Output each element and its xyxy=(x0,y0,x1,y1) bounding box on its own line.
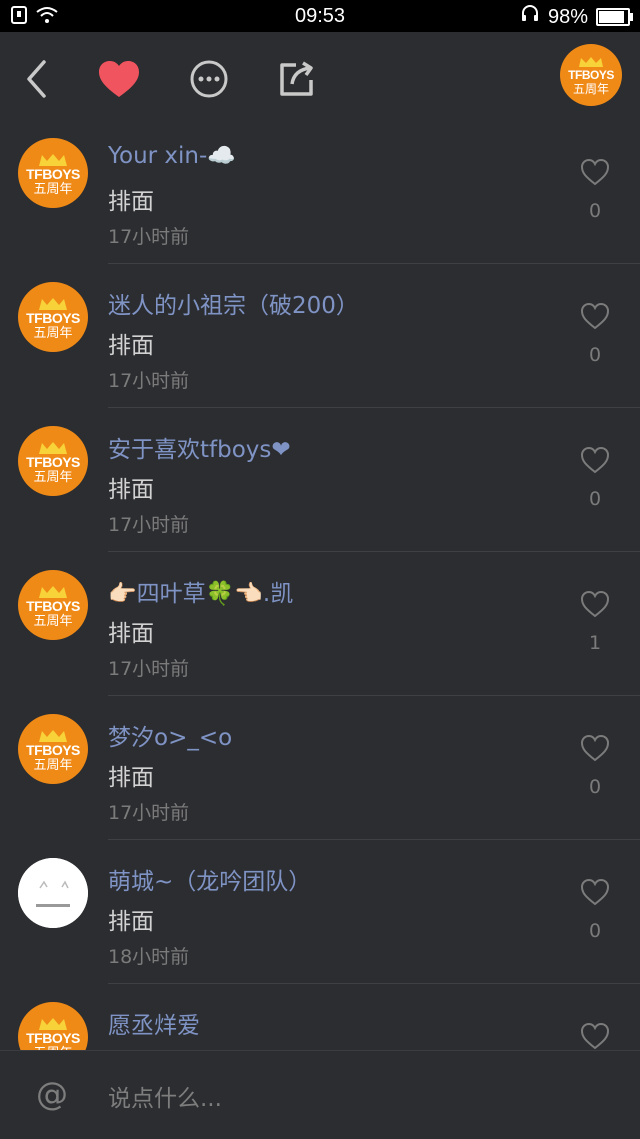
commenter-avatar[interactable]: TFBOYS 五周年 xyxy=(18,138,88,208)
commenter-name[interactable]: 萌城~（龙吟团队） xyxy=(108,862,311,896)
heart-outline-icon xyxy=(580,590,610,618)
commenter-avatar[interactable]: TFBOYS 五周年 xyxy=(18,714,88,784)
comment-item[interactable]: TFBOYS 五周年 Your xin-☁️ 排面 17小时前 0 xyxy=(0,120,640,264)
commenter-avatar[interactable]: TFBOYS 五周年 xyxy=(18,282,88,352)
like-count: 0 xyxy=(588,488,602,510)
like-count: 0 xyxy=(588,200,602,222)
crown-icon xyxy=(579,56,603,67)
like-count: 1 xyxy=(588,632,602,654)
favorite-button[interactable] xyxy=(94,54,144,104)
back-icon xyxy=(27,60,46,98)
crown-icon xyxy=(39,441,67,454)
commenter-avatar[interactable]: TFBOYS 五周年 xyxy=(18,426,88,496)
comment-text: 排面 xyxy=(108,765,154,791)
like-button[interactable]: 0 xyxy=(578,302,612,366)
comment-text: 排面 xyxy=(108,477,154,503)
comment-item[interactable]: TFBOYS 五周年 愿丞烊爱 xyxy=(0,984,640,1050)
heart-outline-icon xyxy=(580,734,610,762)
commenter-name[interactable]: 迷人的小祖宗（破200） xyxy=(108,286,359,320)
comment-item[interactable]: TFBOYS 五周年 梦汐o>_<o 排面 17小时前 0 xyxy=(0,696,640,840)
like-count: 0 xyxy=(588,776,602,798)
comment-item[interactable]: 萌城~（龙吟团队） 排面 18小时前 0 xyxy=(0,840,640,984)
crown-icon xyxy=(39,1017,67,1030)
comment-time: 18小时前 xyxy=(108,946,190,968)
commenter-avatar[interactable]: TFBOYS 五周年 xyxy=(18,570,88,640)
commenter-name[interactable]: 安于喜欢tfboys❤ xyxy=(108,430,291,464)
comment-time: 17小时前 xyxy=(108,658,190,680)
commenter-avatar[interactable]: TFBOYS 五周年 xyxy=(18,1002,88,1050)
like-button[interactable]: 1 xyxy=(578,590,612,654)
status-bar: 09:53 98% xyxy=(0,0,640,32)
comment-item[interactable]: TFBOYS 五周年 安于喜欢tfboys❤ 排面 17小时前 0 xyxy=(0,408,640,552)
share-button[interactable] xyxy=(272,54,322,104)
like-count: 0 xyxy=(588,344,602,366)
crown-icon xyxy=(39,297,67,310)
heart-outline-icon xyxy=(580,158,610,186)
mention-button[interactable]: @ xyxy=(36,1075,68,1113)
crown-icon xyxy=(39,153,67,166)
avatar xyxy=(18,858,88,928)
comment-text: 排面 xyxy=(108,333,154,359)
user-avatar-button[interactable]: TFBOYS 五周年 xyxy=(560,44,622,106)
more-button[interactable] xyxy=(184,54,234,104)
comment-text: 排面 xyxy=(108,909,154,935)
like-button[interactable]: 0 xyxy=(578,878,612,942)
like-button[interactable]: 0 xyxy=(578,446,612,510)
battery-percent: 98% xyxy=(547,5,588,28)
commenter-name[interactable]: Your xin-☁️ xyxy=(108,142,236,169)
commenter-name[interactable]: 愿丞烊爱 xyxy=(108,1006,200,1040)
like-button[interactable]: 0 xyxy=(578,158,612,222)
heart-icon xyxy=(99,61,139,97)
heart-outline-icon xyxy=(580,302,610,330)
heart-outline-icon xyxy=(580,446,610,474)
top-toolbar: TFBOYS 五周年 xyxy=(0,32,640,120)
crown-icon xyxy=(39,585,67,598)
commenter-name[interactable]: 梦汐o>_<o xyxy=(108,718,232,752)
comment-time: 17小时前 xyxy=(108,514,190,536)
comment-item[interactable]: TFBOYS 五周年 迷人的小祖宗（破200） 排面 17小时前 0 xyxy=(0,264,640,408)
heart-outline-icon xyxy=(580,1022,610,1050)
share-icon xyxy=(280,61,313,96)
comment-input[interactable]: 说点什么... xyxy=(108,1079,222,1113)
headset-icon xyxy=(520,4,540,30)
comment-time: 17小时前 xyxy=(108,226,190,248)
heart-outline-icon xyxy=(580,878,610,906)
avatar: TFBOYS 五周年 xyxy=(18,282,88,352)
avatar: TFBOYS 五周年 xyxy=(560,44,622,106)
avatar: TFBOYS 五周年 xyxy=(18,138,88,208)
commenter-avatar[interactable] xyxy=(18,858,88,928)
avatar-image xyxy=(18,858,88,928)
battery-icon xyxy=(596,8,633,26)
like-count: 0 xyxy=(588,920,602,942)
crown-icon xyxy=(39,729,67,742)
comment-time: 17小时前 xyxy=(108,802,190,824)
avatar: TFBOYS 五周年 xyxy=(18,426,88,496)
avatar: TFBOYS 五周年 xyxy=(18,570,88,640)
more-icon xyxy=(190,60,228,98)
comment-list[interactable]: TFBOYS 五周年 Your xin-☁️ 排面 17小时前 0 TFBOYS… xyxy=(0,120,640,1050)
like-button[interactable] xyxy=(578,1022,612,1050)
avatar: TFBOYS 五周年 xyxy=(18,714,88,784)
commenter-name[interactable]: 👉🏻四叶草🍀👈🏻.凯 xyxy=(108,574,293,608)
avatar: TFBOYS 五周年 xyxy=(18,1002,88,1050)
like-button[interactable]: 0 xyxy=(578,734,612,798)
comment-text: 排面 xyxy=(108,189,154,215)
comment-input-bar: @ 说点什么... xyxy=(0,1050,640,1139)
comment-text: 排面 xyxy=(108,621,154,647)
comment-time: 17小时前 xyxy=(108,370,190,392)
comment-item[interactable]: TFBOYS 五周年 👉🏻四叶草🍀👈🏻.凯 排面 17小时前 1 xyxy=(0,552,640,696)
back-button[interactable] xyxy=(12,54,62,104)
